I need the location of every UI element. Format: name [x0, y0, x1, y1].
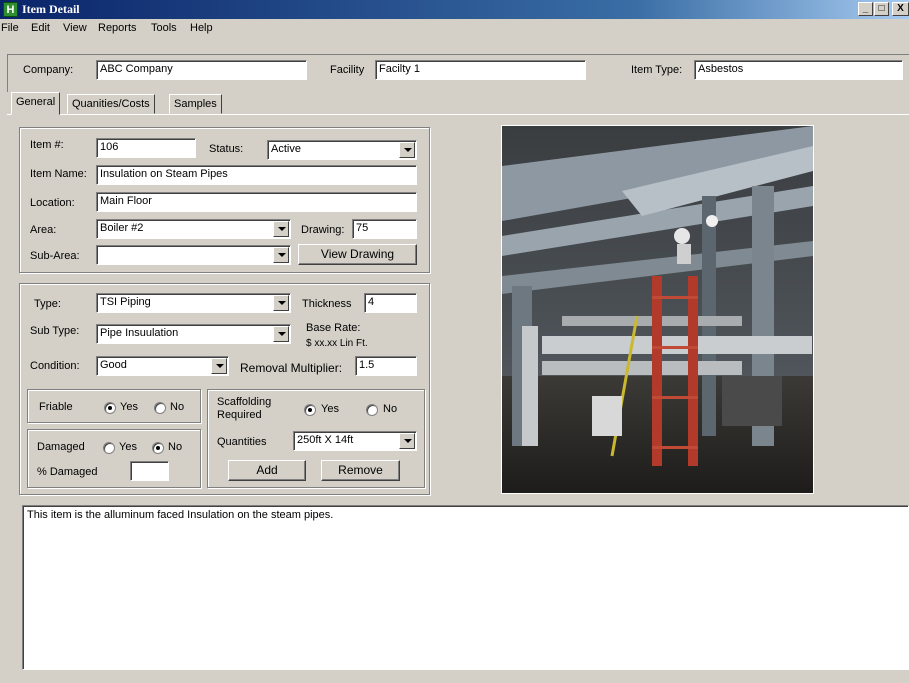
friable-yes-label: Yes [120, 401, 138, 413]
quantities-value: 250ft X 14ft [297, 434, 354, 446]
chevron-down-icon[interactable] [399, 142, 415, 158]
item-no-label: Item #: [30, 139, 64, 151]
tab-panel-edge [7, 114, 909, 115]
view-drawing-button[interactable]: View Drawing [298, 244, 417, 265]
friable-label: Friable [39, 401, 73, 413]
damaged-no-label: No [168, 441, 183, 453]
facility-label: Facility [330, 64, 365, 76]
subarea-select[interactable] [96, 245, 291, 265]
base-rate-label: Base Rate: [306, 322, 361, 334]
menu-bar: File Edit View Reports Tools Help [0, 19, 909, 37]
chevron-down-icon[interactable] [399, 433, 415, 449]
type-label: Type: [34, 298, 61, 310]
scaffolding-label-2: Required [217, 409, 262, 421]
status-select[interactable]: Active [267, 140, 417, 160]
tab-samples[interactable]: Samples [169, 94, 222, 114]
industrial-photo-icon [502, 126, 813, 493]
friable-no-radio[interactable] [154, 402, 166, 414]
scaffolding-yes-radio[interactable] [304, 404, 316, 416]
area-value: Boiler #2 [100, 222, 144, 234]
item-no-field[interactable]: 106 [96, 138, 196, 158]
app-icon: H [3, 2, 18, 17]
maximize-button[interactable]: □ [874, 2, 889, 16]
area-label: Area: [30, 224, 57, 236]
condition-label: Condition: [30, 360, 80, 372]
location-field[interactable]: Main Floor [96, 192, 417, 212]
type-select[interactable]: TSI Piping [96, 293, 291, 313]
remove-button[interactable]: Remove [321, 460, 400, 481]
area-select[interactable]: Boiler #2 [96, 219, 291, 239]
subtype-label: Sub Type: [30, 325, 80, 337]
tab-quantities-costs[interactable]: Quanities/Costs [67, 94, 155, 114]
menu-view[interactable]: View [63, 22, 87, 34]
notes-textarea[interactable]: This item is the alluminum faced Insulat… [22, 505, 909, 670]
tab-general[interactable]: General [11, 92, 61, 115]
subarea-label: Sub-Area: [30, 250, 80, 262]
company-label: Company: [23, 64, 74, 76]
menu-reports[interactable]: Reports [98, 22, 137, 34]
minimize-button[interactable]: _ [858, 2, 873, 16]
friable-no-label: No [170, 401, 185, 413]
chevron-down-icon[interactable] [211, 358, 227, 374]
pct-damaged-label: % Damaged [37, 466, 98, 478]
subtype-select[interactable]: Pipe Insuulation [96, 324, 291, 344]
chevron-down-icon[interactable] [273, 221, 289, 237]
drawing-label: Drawing: [301, 224, 345, 236]
damaged-yes-label: Yes [119, 441, 137, 453]
removal-multiplier-field[interactable]: 1.5 [355, 356, 417, 376]
scaffolding-no-label: No [383, 403, 398, 415]
scaffolding-no-radio[interactable] [366, 404, 378, 416]
quantities-label: Quantities [217, 436, 267, 448]
damaged-group [27, 429, 201, 488]
friable-yes-radio[interactable] [104, 402, 116, 414]
menu-tools[interactable]: Tools [151, 22, 177, 34]
status-value: Active [271, 143, 301, 155]
subtype-value: Pipe Insuulation [100, 327, 179, 339]
item-type-field[interactable]: Asbestos [694, 60, 903, 80]
thickness-field[interactable]: 4 [364, 293, 417, 313]
condition-select[interactable]: Good [96, 356, 229, 376]
add-button[interactable]: Add [228, 460, 306, 481]
facility-field[interactable]: Facilty 1 [375, 60, 586, 80]
removal-multiplier-label: Removal Multiplier: [240, 361, 343, 375]
item-name-label: Item Name: [30, 168, 87, 180]
drawing-field[interactable]: 75 [352, 219, 417, 239]
item-photo [501, 125, 814, 494]
company-field[interactable]: ABC Company [96, 60, 307, 80]
chevron-down-icon[interactable] [273, 326, 289, 342]
menu-file[interactable]: File [1, 22, 19, 34]
scaffolding-yes-label: Yes [321, 403, 339, 415]
location-label: Location: [30, 197, 75, 209]
condition-value: Good [100, 359, 127, 371]
item-name-field[interactable]: Insulation on Steam Pipes [96, 165, 417, 185]
base-rate-value: $ xx.xx Lin Ft. [306, 338, 368, 349]
item-type-label: Item Type: [631, 64, 683, 76]
damaged-yes-radio[interactable] [103, 442, 115, 454]
quantities-select[interactable]: 250ft X 14ft [293, 431, 417, 451]
chevron-down-icon[interactable] [273, 247, 289, 263]
type-value: TSI Piping [100, 296, 151, 308]
damaged-no-radio[interactable] [152, 442, 164, 454]
thickness-label: Thickness [302, 298, 352, 310]
damaged-label: Damaged [37, 441, 85, 453]
menu-edit[interactable]: Edit [31, 22, 50, 34]
pct-damaged-field[interactable] [130, 461, 169, 481]
chevron-down-icon[interactable] [273, 295, 289, 311]
title-bar: H Item Detail _ □ X [0, 0, 909, 19]
status-label: Status: [209, 143, 244, 155]
menu-help[interactable]: Help [190, 22, 213, 34]
close-button[interactable]: X [892, 2, 909, 16]
window-title: Item Detail [22, 2, 80, 16]
scaffolding-label-1: Scaffolding [217, 396, 272, 408]
